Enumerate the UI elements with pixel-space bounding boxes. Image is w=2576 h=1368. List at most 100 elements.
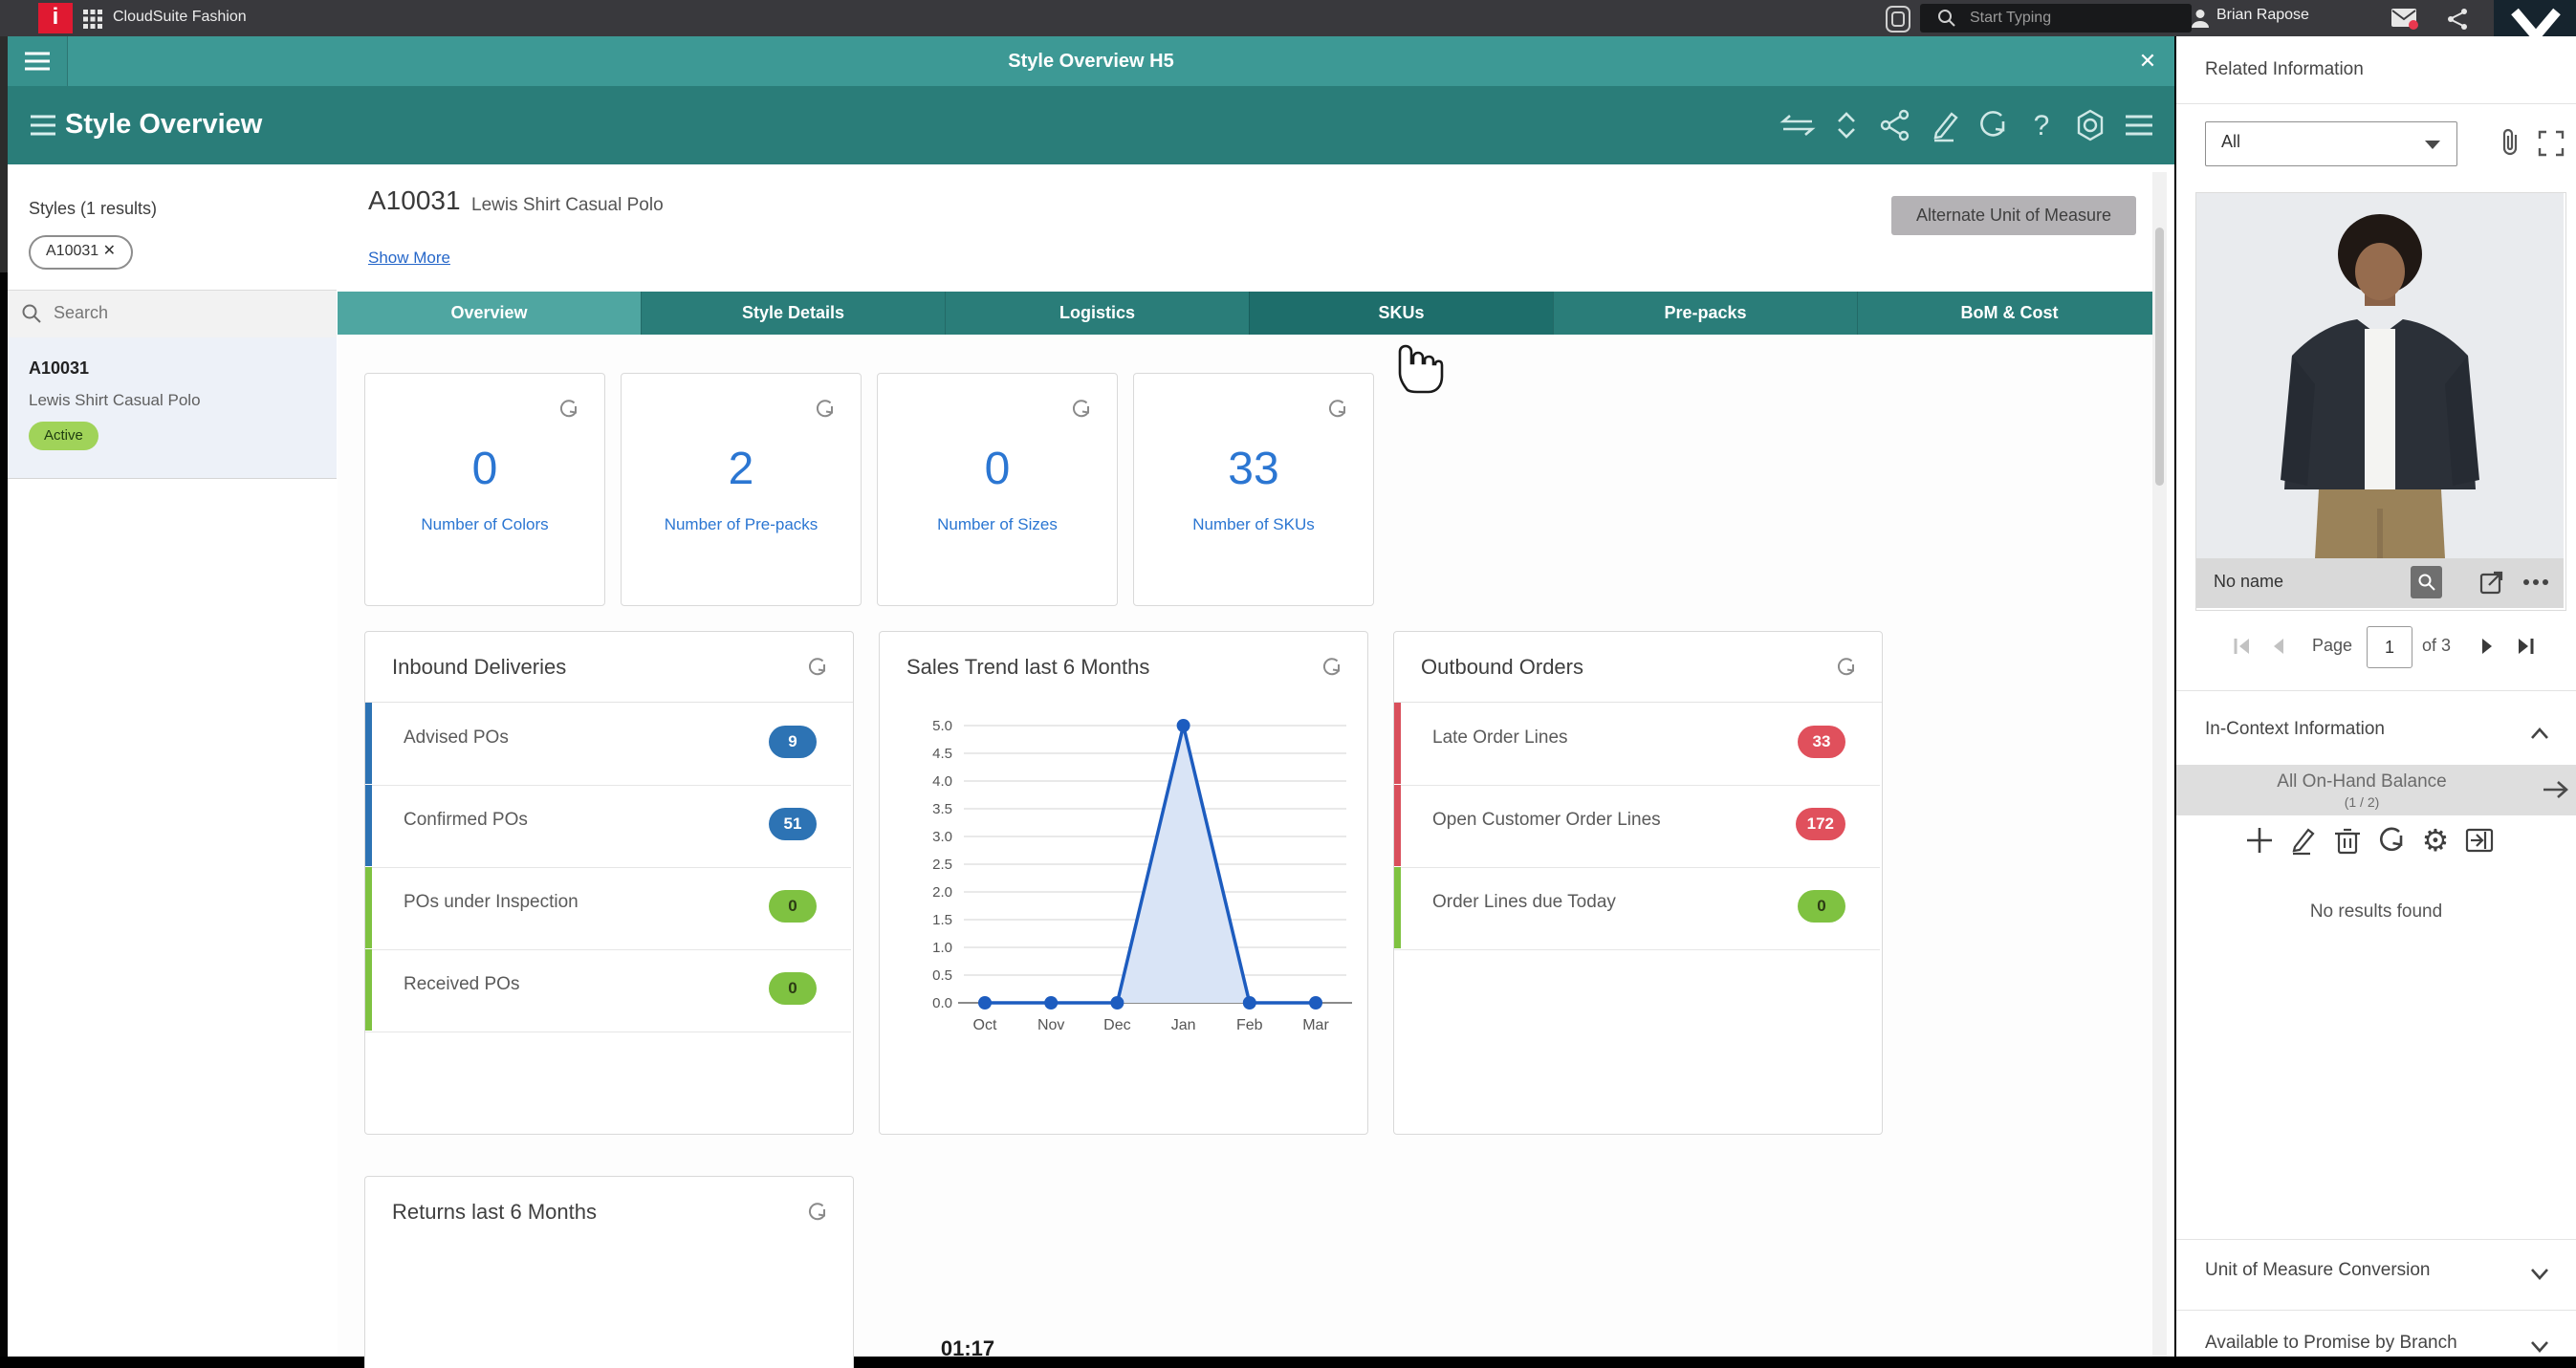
refresh-icon[interactable] [1069,397,1094,422]
delete-icon[interactable] [2331,824,2364,857]
related-information-panel: Related Information All [2176,36,2576,1357]
kpi-card-number-of-skus[interactable]: 33 Number of SKUs [1133,373,1374,606]
user-icon[interactable] [2190,8,2211,29]
svg-text:3.5: 3.5 [932,801,952,817]
settings-icon[interactable] [2071,106,2109,144]
workspace-icon[interactable] [1886,6,1910,33]
refresh-icon[interactable] [1974,106,2012,144]
alternate-uom-button[interactable]: Alternate Unit of Measure [1891,196,2136,235]
refresh-icon[interactable] [557,397,581,422]
page-number-input[interactable]: 1 [2367,626,2412,668]
sidebar-search-input[interactable]: Search [8,290,337,339]
panel-title: Related Information [2205,59,2364,80]
context-toolbar: ⚙ [2176,822,2576,860]
chevron-down-icon[interactable] [2528,1335,2551,1357]
chevron-down-icon[interactable] [2528,1262,2551,1285]
first-page-icon[interactable] [2232,636,2253,657]
no-results-message: No results found [2176,901,2576,923]
svg-text:Dec: Dec [1103,1017,1130,1033]
list-row-received-pos[interactable]: Received POs0 [365,949,851,1032]
share-icon[interactable] [2446,8,2469,31]
list-row-open-customer-order-lines[interactable]: Open Customer Order Lines172 [1394,785,1880,868]
refresh-icon[interactable] [1834,655,1859,680]
tab-pre-packs[interactable]: Pre-packs [1553,292,1857,335]
swap-arrows-icon[interactable] [1779,106,1817,144]
returns-card: Returns last 6 Months [364,1176,854,1368]
refresh-icon[interactable] [2375,824,2408,857]
tab-logistics[interactable]: Logistics [945,292,1249,335]
svg-text:Feb: Feb [1236,1017,1263,1033]
help-icon[interactable]: ? [2022,106,2061,144]
expand-collapse-icon[interactable] [1827,106,1866,144]
window-close-button[interactable]: ✕ [2136,50,2159,73]
dropdown-value: All [2221,132,2240,152]
share-icon[interactable] [1876,106,1914,144]
user-name[interactable]: Brian Rapose [2216,7,2309,24]
row-color-bar [1394,785,1401,866]
kpi-card-number-of-pre-packs[interactable]: 2 Number of Pre-packs [621,373,862,606]
page-menu-icon[interactable] [29,113,57,138]
list-row-late-order-lines[interactable]: Late Order Lines33 [1394,703,1880,786]
kpi-label: Number of Sizes [878,515,1117,534]
list-row-advised-pos[interactable]: Advised POs9 [365,703,851,786]
refresh-icon[interactable] [805,1200,830,1225]
add-icon[interactable] [2243,824,2276,857]
section-atp-by-branch[interactable]: Available to Promise by Branch [2205,1333,2457,1354]
list-row-order-lines-due-today[interactable]: Order Lines due Today0 [1394,867,1880,950]
show-more-link[interactable]: Show More [368,249,450,268]
list-row-pos-under-inspection[interactable]: POs under Inspection0 [365,867,851,950]
next-page-icon[interactable] [2478,636,2496,657]
kpi-value: 0 [365,443,604,495]
style-list-item[interactable]: A10031 Lewis Shirt Casual Polo Active [8,337,337,479]
refresh-icon[interactable] [813,397,838,422]
tab-bom-cost[interactable]: BoM & Cost [1857,292,2161,335]
kpi-value: 2 [622,443,861,495]
kpi-label: Number of Pre-packs [622,515,861,534]
kpi-card-number-of-colors[interactable]: 0Number of Colors [364,373,605,606]
open-external-icon[interactable] [2479,570,2504,595]
context-accordion-bar[interactable]: All On-Hand Balance (1 / 2) [2176,765,2576,815]
tab-overview[interactable]: Overview [338,292,641,335]
card-title: Inbound Deliveries [392,655,566,680]
edit-icon[interactable] [1925,106,1963,144]
chevron-up-icon[interactable] [2528,723,2551,746]
image-zoom-button[interactable] [2411,566,2442,598]
export-icon[interactable] [2463,824,2496,857]
related-info-filter-dropdown[interactable]: All [2205,121,2457,166]
section-unit-of-measure[interactable]: Unit of Measure Conversion [2205,1260,2431,1281]
edit-icon[interactable] [2287,824,2320,857]
settings-gear-icon[interactable]: ⚙ [2419,824,2452,857]
refresh-icon[interactable] [1320,655,1344,680]
outbound-orders-card: Outbound OrdersLate Order Lines33Open Cu… [1393,631,1883,1135]
refresh-icon[interactable] [1325,397,1350,422]
tab-skus[interactable]: SKUs [1249,292,1553,335]
fullscreen-icon[interactable] [2538,130,2565,157]
kpi-card-number-of-sizes[interactable]: 0Number of Sizes [877,373,1118,606]
last-page-icon[interactable] [2515,636,2536,657]
tab-style-details[interactable]: Style Details [641,292,945,335]
kpi-label: Number of SKUs [1134,515,1373,534]
kpi-value: 33 [1134,443,1373,495]
arrow-right-icon[interactable] [2542,778,2570,801]
prev-page-icon[interactable] [2270,636,2287,657]
global-search-input[interactable]: Start Typing [1920,4,2192,33]
menu-icon[interactable] [2120,106,2158,144]
card-title: Sales Trend last 6 Months [906,655,1149,680]
refresh-icon[interactable] [805,655,830,680]
svg-text:Jan: Jan [1171,1017,1196,1033]
context-bar-title: All On-Hand Balance [2176,771,2547,793]
list-row-confirmed-pos[interactable]: Confirmed POs51 [365,785,851,868]
app-name: CloudSuite Fashion [113,9,247,26]
image-footer-bar: No name [2196,558,2564,608]
more-options-icon[interactable] [2521,577,2550,587]
filter-chip[interactable]: A10031 ✕ [29,235,133,270]
attachment-icon[interactable] [2496,127,2524,160]
styles-sidebar: Styles (1 results) A10031 ✕ Search A1003… [8,164,338,1357]
product-image[interactable] [2196,193,2564,558]
mail-icon[interactable] [2390,7,2419,30]
app-grid-icon[interactable] [82,9,103,30]
image-pager: Page 1 of 3 [2176,626,2576,670]
count-badge: 0 [1798,890,1845,923]
svg-text:Nov: Nov [1037,1017,1064,1033]
scrollbar-thumb[interactable] [2155,228,2164,486]
